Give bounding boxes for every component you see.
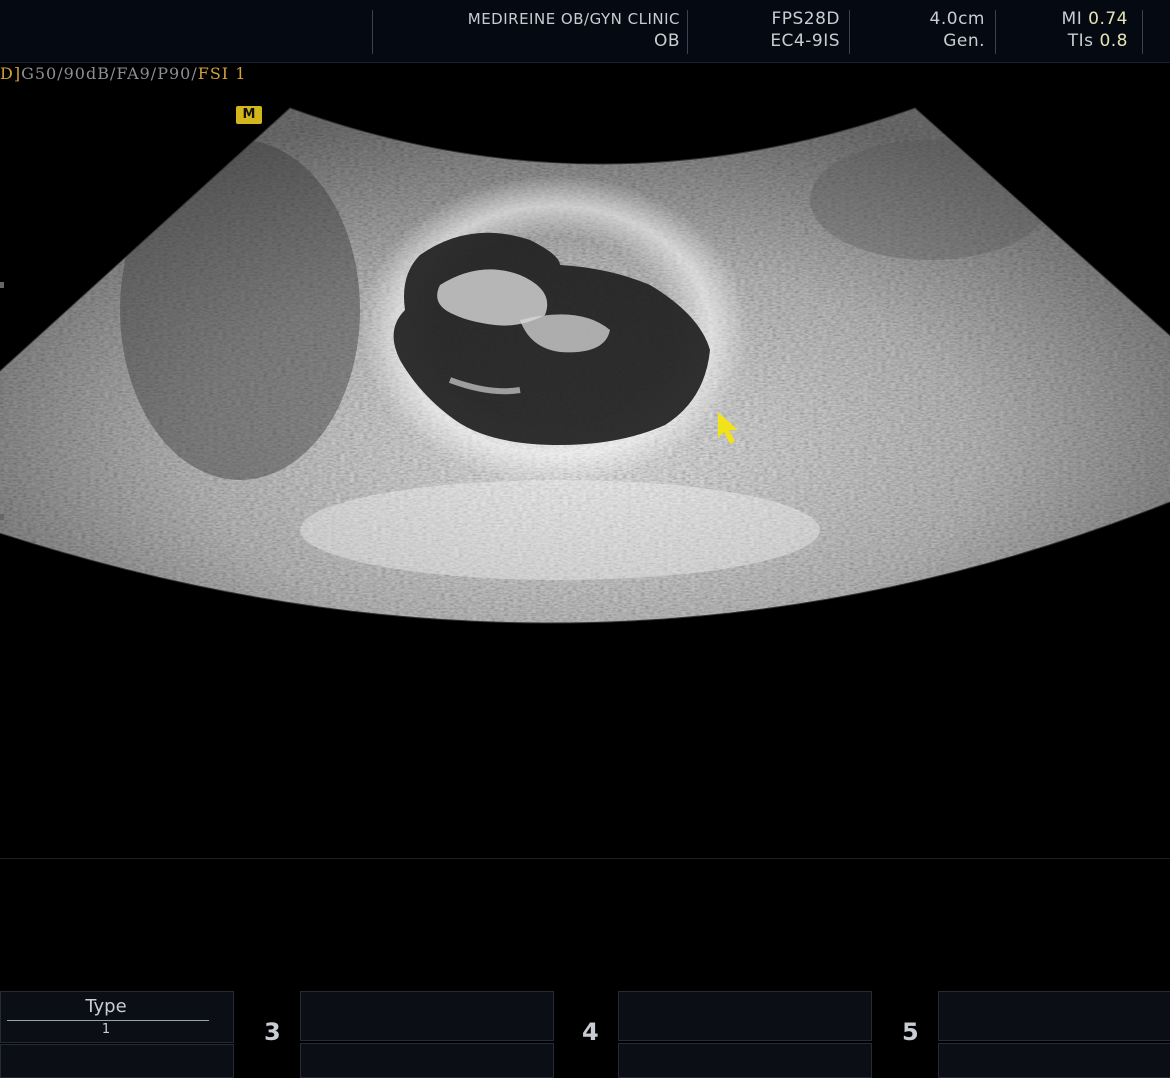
depth-value: 4.0cm bbox=[929, 9, 985, 29]
probe-info: FPS28D EC4-9IS bbox=[700, 8, 840, 54]
softkey-4-upper[interactable] bbox=[618, 991, 872, 1041]
header-separator bbox=[849, 10, 850, 54]
header-separator bbox=[1142, 10, 1143, 54]
clinic-name: MEDIREINE OB/GYN CLINIC bbox=[467, 10, 680, 28]
mi-label: MI bbox=[1061, 9, 1083, 29]
header-bar: MEDIREINE OB/GYN CLINIC OB FPS28D EC4-9I… bbox=[0, 0, 1170, 63]
application-preset: OB bbox=[653, 31, 680, 51]
depth-info: 4.0cm Gen. bbox=[870, 8, 985, 54]
softkey-bar: Type 1 3 4 5 bbox=[0, 988, 1170, 1078]
probe-name: EC4-9IS bbox=[770, 31, 840, 51]
softkey-type-lower[interactable] bbox=[0, 1044, 234, 1078]
tis-label: TIs bbox=[1067, 31, 1094, 51]
parameter-settings: G50/90dB/FA9/P90/ bbox=[21, 64, 198, 83]
header-separator bbox=[372, 10, 373, 54]
frame-rate: FPS28D bbox=[771, 9, 840, 29]
softkey-type-title: Type bbox=[85, 996, 127, 1017]
softkey-number-5: 5 bbox=[902, 1018, 919, 1046]
softkey-underline bbox=[7, 1020, 209, 1021]
clinic-info: MEDIREINE OB/GYN CLINIC OB bbox=[390, 8, 680, 54]
softkey-3-lower[interactable] bbox=[300, 1043, 554, 1078]
softkey-type[interactable]: Type 1 bbox=[0, 991, 234, 1043]
softkey-number-3: 3 bbox=[264, 1018, 281, 1046]
ultrasound-image[interactable] bbox=[0, 90, 1170, 670]
softkey-4-lower[interactable] bbox=[618, 1043, 872, 1078]
safety-indices: MI 0.74 TIs 0.8 bbox=[1010, 8, 1128, 54]
imaging-mode: Gen. bbox=[943, 31, 985, 51]
parameter-prefix: D] bbox=[0, 64, 22, 83]
softkey-type-value: 1 bbox=[101, 1022, 111, 1037]
header-separator bbox=[687, 10, 688, 54]
tis-value: 0.8 bbox=[1099, 31, 1128, 51]
mi-value: 0.74 bbox=[1088, 9, 1128, 29]
image-divider bbox=[0, 858, 1170, 859]
fsi-value: FSI 1 bbox=[197, 64, 247, 83]
depth-marker bbox=[0, 282, 4, 288]
depth-marker bbox=[0, 514, 4, 520]
softkey-5-lower[interactable] bbox=[938, 1043, 1170, 1078]
softkey-5-upper[interactable] bbox=[938, 991, 1170, 1041]
softkey-number-4: 4 bbox=[582, 1018, 599, 1046]
softkey-3-upper[interactable] bbox=[300, 991, 554, 1041]
sector-scan bbox=[0, 108, 1170, 624]
header-separator bbox=[995, 10, 996, 54]
imaging-parameters: D]G50/90dB/FA9/P90/FSI 1 bbox=[0, 64, 246, 83]
